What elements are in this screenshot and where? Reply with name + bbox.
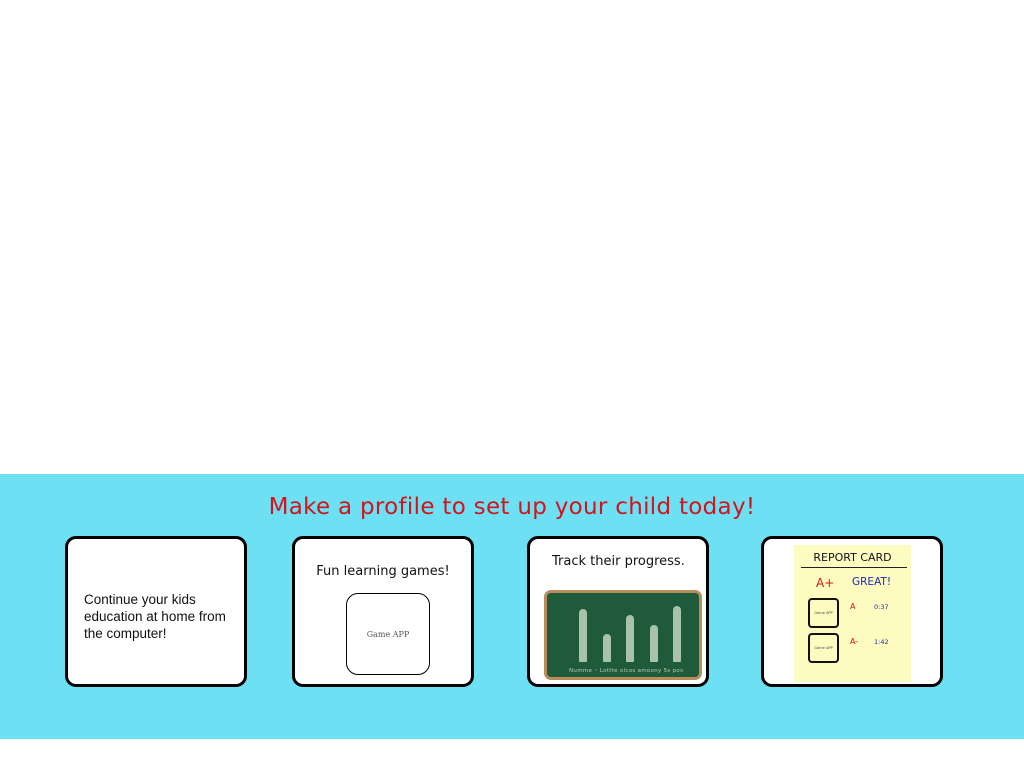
page: Make a profile to set up your child toda… <box>0 0 1024 768</box>
mini-game-app-label: Game APP <box>814 646 833 650</box>
chalkboard-chart: Numme ◦ Lottte olcos amoony 5s pos <box>544 590 702 680</box>
chalk-bar <box>673 606 681 662</box>
row-time: 1:42 <box>874 638 889 646</box>
report-row: Game APP A- 1:42 <box>808 633 908 665</box>
report-row: Game APP A 0:37 <box>808 598 908 630</box>
feature-card-progress: Track their progress. Numme ◦ Lottte olc… <box>527 536 709 687</box>
promo-headline: Make a profile to set up your child toda… <box>268 494 756 520</box>
report-card-title: REPORT CARD <box>813 551 892 564</box>
feature-card-heading: Track their progress. <box>552 554 685 569</box>
chalk-bar <box>626 615 634 662</box>
overall-comment: GREAT! <box>852 576 892 588</box>
chalk-bar <box>579 609 587 662</box>
feature-card-text: Continue your kids education at home fro… <box>84 592 226 641</box>
game-app-tile: Game APP <box>346 593 430 675</box>
row-time: 0:37 <box>874 603 889 611</box>
row-grade: A- <box>850 637 859 646</box>
chalkboard-labels: Numme ◦ Lottte olcos amoony 5s pos <box>569 668 684 674</box>
chalk-bar <box>603 634 611 662</box>
feature-card-games: Fun learning games! Game APP <box>292 536 474 687</box>
report-card-divider <box>801 567 907 568</box>
feature-card-education: Continue your kids education at home fro… <box>65 536 247 687</box>
mini-game-app-tile: Game APP <box>808 598 839 628</box>
promo-band: Make a profile to set up your child toda… <box>0 474 1024 739</box>
chalk-bar <box>650 625 658 662</box>
mini-game-app-tile: Game APP <box>808 633 839 663</box>
overall-grade: A+ <box>816 576 835 590</box>
feature-card-heading: Fun learning games! <box>316 564 450 579</box>
game-app-label: Game APP <box>366 629 410 639</box>
mini-game-app-label: Game APP <box>814 611 833 615</box>
row-grade: A <box>850 602 856 611</box>
report-card: REPORT CARD A+ GREAT! Game APP A 0:37 Ga… <box>794 545 911 682</box>
feature-card-report: REPORT CARD A+ GREAT! Game APP A 0:37 Ga… <box>761 536 943 687</box>
